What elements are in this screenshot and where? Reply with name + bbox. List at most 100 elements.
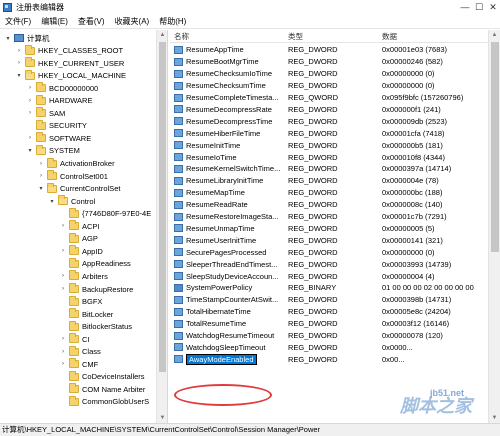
expand-arrow-icon[interactable]: › — [37, 158, 45, 170]
close-button[interactable]: ✕ — [486, 0, 500, 14]
expand-arrow-icon[interactable]: › — [26, 107, 34, 119]
list-scrollbar[interactable]: ▲ ▼ — [488, 30, 500, 423]
expand-arrow-icon[interactable]: › — [59, 245, 67, 257]
list-scroll-thumb[interactable] — [491, 42, 499, 252]
tree-node[interactable]: AGP — [59, 232, 98, 245]
tree-node[interactable]: ▾ CurrentControlSet — [37, 182, 120, 195]
table-row[interactable]: ResumeDecompressTime REG_DWORD 0x000009db … — [170, 115, 488, 127]
tree-node[interactable]: BGFX — [59, 295, 102, 308]
expand-arrow-icon[interactable]: › — [59, 220, 67, 232]
expand-arrow-icon[interactable]: › — [37, 170, 45, 182]
column-header-type[interactable]: 类型 — [284, 30, 378, 42]
tree-node[interactable]: › HKEY_CURRENT_USER — [15, 57, 124, 69]
tree-node[interactable]: CommonGlobUserS — [59, 395, 149, 408]
collapse-arrow-icon[interactable]: ▾ — [37, 183, 45, 195]
expand-arrow-icon[interactable]: › — [59, 283, 67, 295]
collapse-arrow-icon[interactable]: ▾ — [4, 32, 12, 44]
collapse-arrow-icon[interactable]: ▾ — [26, 145, 34, 157]
expand-arrow-icon[interactable]: › — [59, 333, 67, 345]
tree-node[interactable]: › HKEY_CLASSES_ROOT — [15, 44, 123, 57]
table-row[interactable]: TotalHibernateTime REG_DWORD 0x00005e8c (2… — [170, 306, 488, 318]
table-row[interactable]: ResumeUnmapTime REG_DWORD 0x00000005 (5) — [170, 223, 488, 235]
table-row[interactable]: WatchdogResumeTimeout REG_DWORD 0x00000078… — [170, 330, 488, 342]
expand-arrow-icon[interactable] — [59, 208, 67, 220]
table-row[interactable]: ResumeBootMgrTime REG_DWORD 0x00000246 (58… — [170, 56, 488, 68]
expand-arrow-icon[interactable]: › — [15, 57, 23, 69]
tree-node[interactable]: › Arbiters — [59, 270, 108, 282]
table-row[interactable]: ResumeLibraryInitTime REG_DWORD 0x0000004e… — [170, 175, 488, 187]
menu-favorites[interactable]: 收藏夹(A) — [110, 16, 155, 27]
table-row[interactable]: ResumeCompleteTimesta... REG_QWORD 0x095f9… — [170, 92, 488, 104]
tree-node[interactable]: ▾ HKEY_LOCAL_MACHINE — [15, 69, 126, 82]
tree-node[interactable]: BitlockerStatus — [59, 320, 132, 333]
maximize-button[interactable]: ☐ — [472, 0, 486, 14]
tree-scrollbar[interactable]: ▲ ▼ — [156, 30, 167, 423]
menu-edit[interactable]: 编辑(E) — [36, 16, 73, 27]
values-list[interactable]: 名称 类型 数据 ResumeAppTime REG_DWORD 0x00001e0… — [170, 30, 488, 423]
table-row[interactable]: SecurePagesProcessed REG_DWORD 0x00000000 … — [170, 246, 488, 258]
expand-arrow-icon[interactable] — [26, 120, 34, 132]
table-row[interactable]: ResumeMapTime REG_DWORD 0x000000bc (188) — [170, 187, 488, 199]
tree-node[interactable]: › ControlSet001 — [37, 170, 108, 182]
table-row[interactable]: ResumeDecompressRate REG_DWORD 0x000000f1 … — [170, 104, 488, 116]
table-row[interactable]: ResumeUserInitTime REG_DWORD 0x00000141 (3… — [170, 234, 488, 246]
minimize-button[interactable]: — — [458, 0, 472, 14]
tree-node[interactable]: COM Name Arbiter — [59, 383, 145, 395]
tree-node[interactable]: ▾ SYSTEM — [26, 144, 80, 157]
rename-input[interactable]: AwayModeEnabled — [186, 353, 257, 365]
table-row[interactable]: ResumeChecksumTime REG_DWORD 0x00000000 (0… — [170, 80, 488, 92]
tree-node[interactable]: › SOFTWARE — [26, 132, 91, 144]
tree-node[interactable]: › ActivationBroker — [37, 157, 115, 170]
tree-node[interactable]: › AppID — [59, 245, 103, 257]
table-row[interactable]: ResumeReadRate REG_DWORD 0x0000008c (140) — [170, 199, 488, 211]
expand-arrow-icon[interactable] — [59, 233, 67, 245]
scroll-down-arrow-icon[interactable]: ▼ — [157, 413, 168, 423]
collapse-arrow-icon[interactable]: ▾ — [48, 195, 56, 207]
registry-tree[interactable]: ▾ 计算机 › HKEY_CLASSES_ROOT › HKEY_CURRENT_USER… — [0, 30, 168, 423]
tree-node[interactable]: › SAM — [26, 107, 65, 119]
tree-node[interactable]: BitLocker — [59, 308, 113, 320]
collapse-arrow-icon[interactable]: ▾ — [15, 70, 23, 82]
table-row[interactable]: SystemPowerPolicy REG_BINARY 01 00 00 00 0… — [170, 282, 488, 294]
table-row[interactable]: TimeStampCounterAtSwit... REG_DWORD 0x0000… — [170, 294, 488, 306]
table-row[interactable]: ResumeChecksumIoTime REG_DWORD 0x00000000 … — [170, 68, 488, 80]
table-row[interactable]: ResumeIoTime REG_DWORD 0x000010f8 (4344) — [170, 151, 488, 163]
tree-node[interactable]: › ACPI — [59, 220, 100, 232]
tree-node[interactable]: › BackupRestore — [59, 283, 133, 295]
scroll-up-arrow-icon[interactable]: ▲ — [489, 30, 500, 40]
editing-row[interactable]: AwayModeEnabled REG_DWORD 0x00... — [170, 353, 488, 365]
tree-node[interactable]: CoDeviceInstallers — [59, 370, 145, 383]
expand-arrow-icon[interactable] — [59, 308, 67, 320]
table-row[interactable]: SleeperThreadEndTimest... REG_DWORD 0x0000… — [170, 258, 488, 270]
tree-node[interactable]: ▾ Control — [48, 195, 95, 207]
expand-arrow-icon[interactable]: › — [59, 358, 67, 370]
expand-arrow-icon[interactable] — [59, 371, 67, 383]
tree-node[interactable]: › CI — [59, 333, 90, 345]
expand-arrow-icon[interactable]: › — [26, 132, 34, 144]
table-row[interactable]: ResumeKernelSwitchTime... REG_DWORD 0x0000… — [170, 163, 488, 175]
column-header-data[interactable]: 数据 — [378, 30, 488, 42]
table-row[interactable]: ResumeAppTime REG_DWORD 0x00001e03 (7683) — [170, 44, 488, 56]
expand-arrow-icon[interactable] — [59, 396, 67, 408]
table-row[interactable]: TotalResumeTime REG_DWORD 0x00003f12 (1614… — [170, 318, 488, 330]
table-row[interactable]: WatchdogSleepTimeout REG_DWORD 0x0000... — [170, 342, 488, 354]
tree-node[interactable]: ▾ 计算机 — [4, 32, 49, 44]
tree-scroll-thumb[interactable] — [159, 42, 166, 372]
table-row[interactable]: ResumeHiberFileTime REG_DWORD 0x00001cfa (… — [170, 127, 488, 139]
tree-node[interactable]: › Class — [59, 345, 101, 358]
scroll-up-arrow-icon[interactable]: ▲ — [157, 30, 168, 40]
menu-help[interactable]: 帮助(H) — [154, 16, 191, 27]
expand-arrow-icon[interactable]: › — [26, 95, 34, 107]
table-row[interactable]: SleepStudyDeviceAccoun... REG_DWORD 0x0000… — [170, 270, 488, 282]
expand-arrow-icon[interactable]: › — [26, 82, 34, 94]
expand-arrow-icon[interactable] — [59, 296, 67, 308]
expand-arrow-icon[interactable]: › — [15, 45, 23, 57]
table-row[interactable]: ResumeInitTime REG_DWORD 0x000000b5 (181) — [170, 139, 488, 151]
expand-arrow-icon[interactable]: › — [59, 270, 67, 282]
expand-arrow-icon[interactable] — [59, 258, 67, 270]
expand-arrow-icon[interactable]: › — [59, 346, 67, 358]
expand-arrow-icon[interactable] — [59, 383, 67, 395]
tree-node[interactable]: › BCD00000000 — [26, 82, 98, 94]
tree-node[interactable]: › CMF — [59, 358, 98, 370]
expand-arrow-icon[interactable] — [59, 321, 67, 333]
